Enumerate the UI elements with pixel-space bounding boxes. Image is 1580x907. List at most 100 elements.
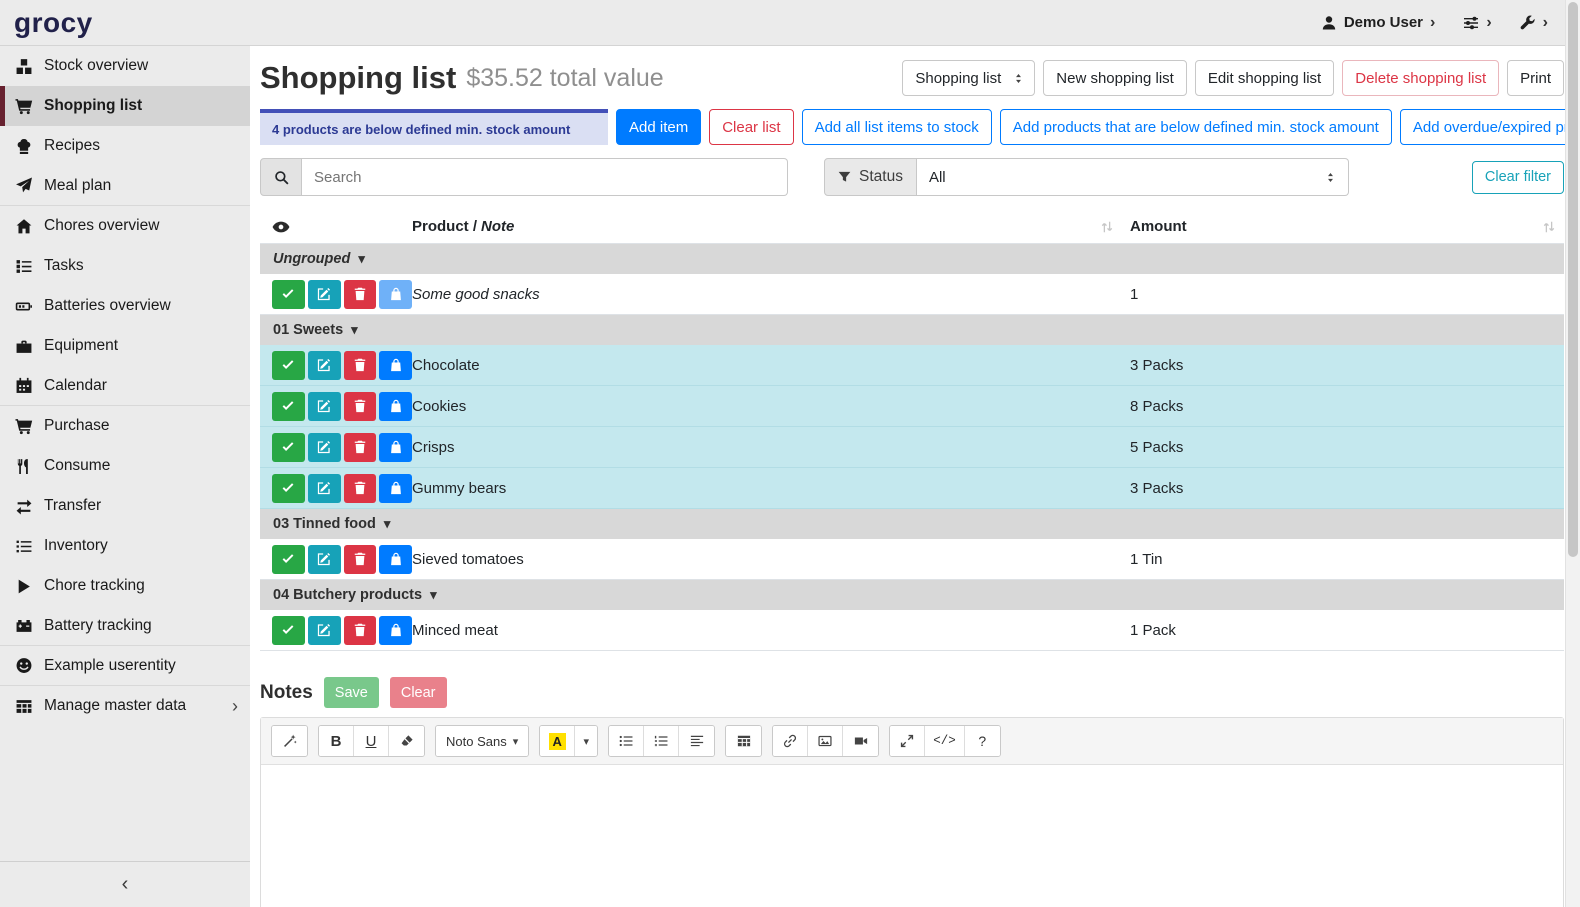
notes-save-button[interactable]: Save — [324, 677, 379, 708]
list-action-button[interactable]: Add products that are below defined min.… — [1000, 109, 1392, 145]
edit-item-button[interactable] — [308, 545, 341, 574]
text-color-button[interactable]: A — [540, 726, 575, 756]
sidebar-item[interactable]: Equipment › — [0, 326, 250, 366]
add-to-stock-button[interactable] — [379, 351, 412, 380]
main-content: Shopping list $35.52 total value Shoppin… — [250, 46, 1580, 907]
search-button[interactable] — [260, 158, 302, 196]
sidebar-item[interactable]: Chores overview › — [0, 206, 250, 246]
color-dropdown-caret[interactable]: ▾ — [575, 726, 597, 756]
scrollbar-thumb[interactable] — [1568, 2, 1578, 557]
settings-menu[interactable]: › — [1463, 15, 1491, 31]
mark-done-button[interactable] — [272, 351, 305, 380]
product-column-header[interactable]: Product / Note — [412, 218, 1124, 235]
bullet-list-icon — [619, 734, 633, 748]
sidebar-item[interactable]: Inventory › — [0, 526, 250, 566]
add-item-button[interactable]: Add item — [616, 109, 701, 145]
group-header-row[interactable]: 03 Tinned food ▾ — [260, 509, 1564, 539]
mark-done-button[interactable] — [272, 616, 305, 645]
sidebar-item[interactable]: Chore tracking › — [0, 566, 250, 606]
sidebar-item[interactable]: Manage master data › — [0, 686, 250, 726]
insert-image-button[interactable] — [808, 726, 843, 756]
delete-shopping-list-button[interactable]: Delete shopping list — [1342, 60, 1499, 96]
edit-shopping-list-button[interactable]: Edit shopping list — [1195, 60, 1334, 96]
add-to-stock-button[interactable] — [379, 616, 412, 645]
delete-item-button[interactable] — [344, 392, 377, 421]
sidebar-item[interactable]: Shopping list › — [0, 86, 250, 126]
mark-done-button[interactable] — [272, 545, 305, 574]
app-logo[interactable]: grocy — [0, 7, 250, 39]
trash-icon — [353, 399, 367, 413]
sidebar-item[interactable]: Batteries overview › — [0, 286, 250, 326]
sidebar-item[interactable]: Tasks › — [0, 246, 250, 286]
sidebar-item[interactable]: Transfer › — [0, 486, 250, 526]
group-header-row[interactable]: 04 Butchery products ▾ — [260, 580, 1564, 610]
sidebar-collapse-button[interactable]: ‹ — [0, 861, 250, 907]
clear-filter-button[interactable]: Clear filter — [1472, 161, 1564, 194]
search-input[interactable] — [302, 158, 788, 196]
edit-item-button[interactable] — [308, 351, 341, 380]
new-shopping-list-button[interactable]: New shopping list — [1043, 60, 1187, 96]
amount-column-header[interactable]: Amount — [1124, 218, 1564, 235]
list-action-button[interactable]: Add all list items to stock — [802, 109, 992, 145]
add-to-stock-button[interactable] — [379, 392, 412, 421]
shopping-list-select[interactable]: Shopping list — [902, 60, 1035, 96]
group-header-row[interactable]: Ungrouped ▾ — [260, 244, 1564, 274]
edit-item-button[interactable] — [308, 280, 341, 309]
user-menu[interactable]: Demo User › — [1321, 14, 1436, 31]
list-action-button[interactable]: Add overdue/expired products — [1400, 109, 1580, 145]
shopping-bag-icon — [389, 552, 403, 566]
magic-style-button[interactable] — [272, 726, 307, 756]
insert-link-button[interactable] — [773, 726, 808, 756]
sidebar-item[interactable]: Battery tracking › — [0, 606, 250, 646]
status-filter-select[interactable]: All — [917, 158, 1349, 196]
edit-item-button[interactable] — [308, 474, 341, 503]
sidebar-item[interactable]: Stock overview › — [0, 46, 250, 86]
fullscreen-button[interactable] — [890, 726, 925, 756]
add-to-stock-button[interactable] — [379, 433, 412, 462]
insert-video-button[interactable] — [843, 726, 878, 756]
sidebar-item[interactable]: Meal plan › — [0, 166, 250, 206]
insert-table-button[interactable] — [726, 726, 761, 756]
unordered-list-button[interactable] — [609, 726, 644, 756]
underline-button[interactable]: U — [354, 726, 389, 756]
add-to-stock-button[interactable] — [379, 474, 412, 503]
vertical-scrollbar[interactable] — [1565, 0, 1580, 907]
delete-item-button[interactable] — [344, 545, 377, 574]
notes-editor-content[interactable] — [261, 765, 1563, 907]
font-family-dropdown[interactable]: Noto Sans ▾ — [436, 726, 528, 756]
mark-done-button[interactable] — [272, 392, 305, 421]
admin-menu[interactable]: › — [1520, 15, 1548, 31]
sidebar-item-icon — [15, 617, 33, 634]
edit-item-button[interactable] — [308, 392, 341, 421]
add-to-stock-button[interactable] — [379, 545, 412, 574]
clear-list-button[interactable]: Clear list — [709, 109, 793, 145]
delete-item-button[interactable] — [344, 280, 377, 309]
mark-done-button[interactable] — [272, 280, 305, 309]
delete-item-button[interactable] — [344, 616, 377, 645]
notes-clear-button[interactable]: Clear — [390, 677, 447, 708]
bold-button[interactable]: B — [319, 726, 354, 756]
edit-item-button[interactable] — [308, 433, 341, 462]
sidebar-item[interactable]: Calendar › — [0, 366, 250, 406]
delete-item-button[interactable] — [344, 433, 377, 462]
sidebar-item[interactable]: Example userentity › — [0, 646, 250, 686]
paragraph-align-button[interactable] — [679, 726, 714, 756]
delete-item-button[interactable] — [344, 351, 377, 380]
sidebar-item[interactable]: Purchase › — [0, 406, 250, 446]
add-to-stock-button[interactable] — [379, 280, 412, 309]
mark-done-button[interactable] — [272, 433, 305, 462]
group-header-row[interactable]: 01 Sweets ▾ — [260, 315, 1564, 345]
product-name: Chocolate — [412, 357, 1124, 374]
visibility-column-header[interactable] — [260, 218, 412, 236]
help-button[interactable]: ? — [965, 726, 1000, 756]
mark-done-button[interactable] — [272, 474, 305, 503]
min-stock-alert[interactable]: 4 products are below defined min. stock … — [260, 109, 608, 145]
ordered-list-button[interactable] — [644, 726, 679, 756]
delete-item-button[interactable] — [344, 474, 377, 503]
edit-item-button[interactable] — [308, 616, 341, 645]
print-button[interactable]: Print — [1507, 60, 1564, 96]
code-view-button[interactable]: </> — [925, 726, 965, 756]
sidebar-item[interactable]: Consume › — [0, 446, 250, 486]
sidebar-item[interactable]: Recipes › — [0, 126, 250, 166]
clear-formatting-button[interactable] — [389, 726, 424, 756]
